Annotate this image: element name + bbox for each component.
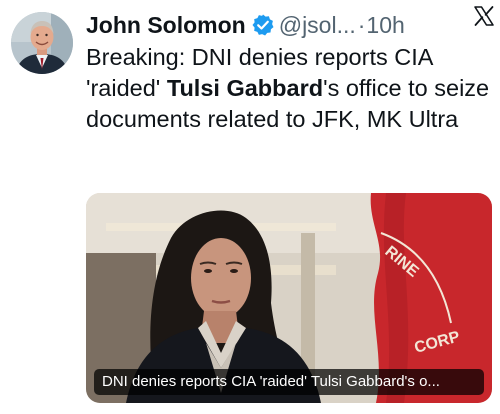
tweet-header: John Solomon @jsol... · 10h [86, 8, 494, 42]
author-display-name[interactable]: John Solomon [86, 12, 246, 39]
tweet-text: Breaking: DNI denies reports CIA 'raided… [86, 42, 496, 135]
person-avatar-icon [11, 12, 73, 74]
separator-dot: · [357, 11, 366, 38]
media-caption: DNI denies reports CIA 'raided' Tulsi Ga… [94, 369, 484, 395]
author-avatar[interactable] [11, 12, 73, 74]
author-handle[interactable]: @jsol... [279, 12, 356, 39]
tweet-media-card[interactable]: RINE CORP DNI denies reports CIA 'raided… [86, 193, 492, 403]
verified-badge-icon [252, 14, 274, 36]
tweet-timestamp[interactable]: 10h [366, 12, 404, 39]
tweet-card[interactable]: John Solomon @jsol... · 10h Breaking: DN… [0, 0, 500, 414]
x-logo-icon[interactable] [472, 4, 496, 28]
tweet-text-bold-name: Tulsi Gabbard [166, 75, 324, 101]
